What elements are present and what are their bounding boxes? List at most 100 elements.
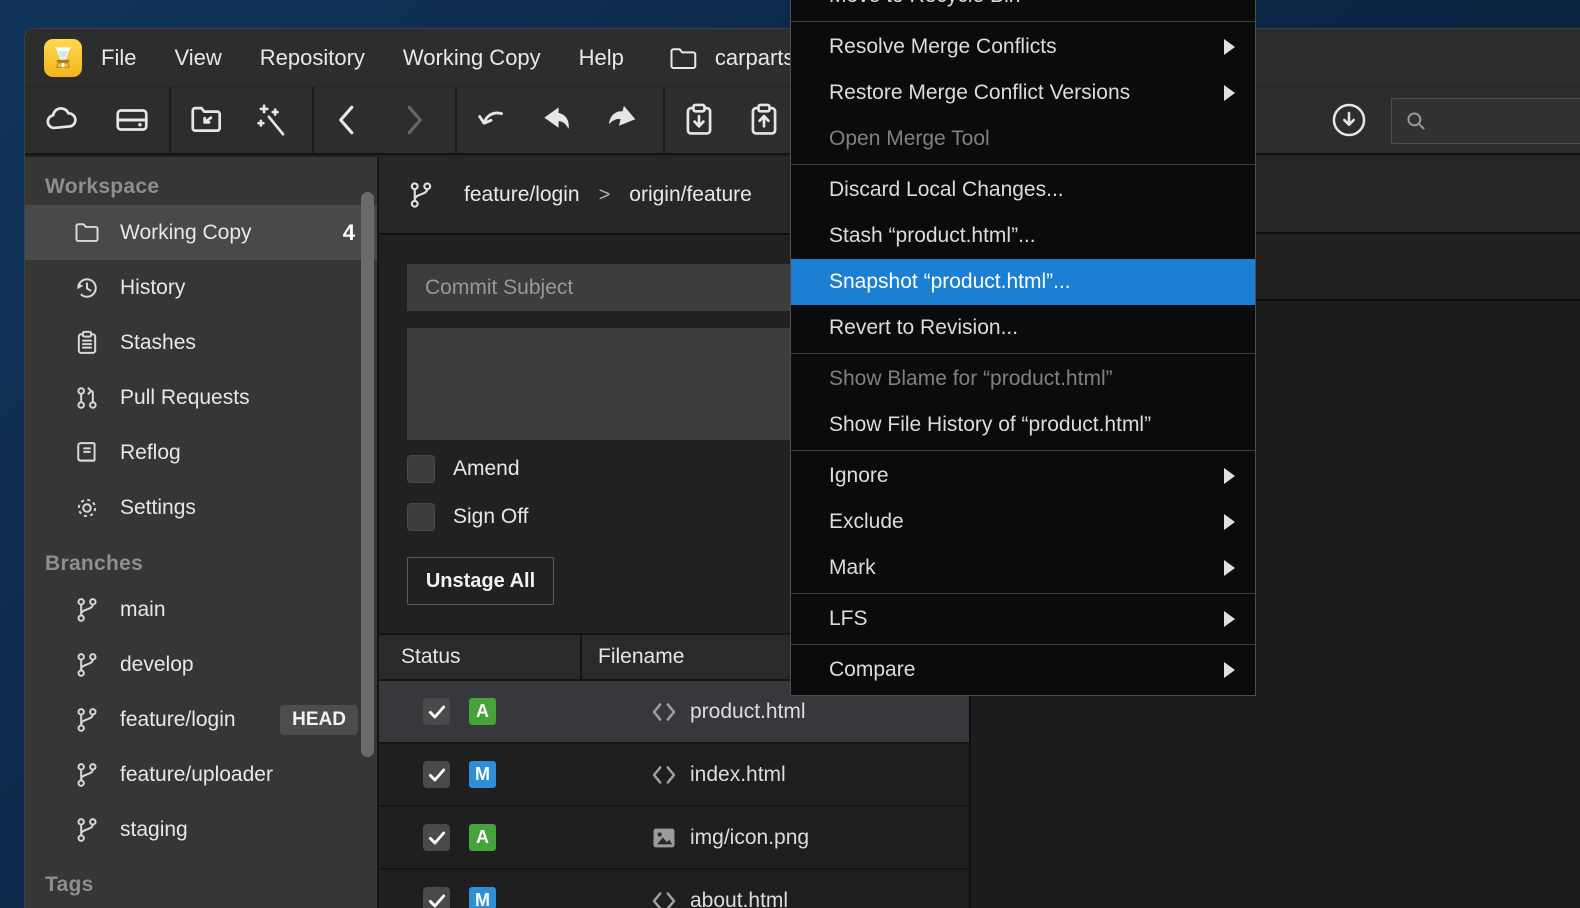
submenu-arrow-icon — [1224, 39, 1235, 55]
menu-item-label: Compare — [829, 658, 915, 681]
sidebar-branch-feature-login[interactable]: feature/login HEAD — [25, 692, 377, 747]
branch-label: feature/login — [120, 708, 236, 732]
menu-item-revert-to-revision[interactable]: Revert to Revision... — [791, 305, 1255, 351]
apply-stash-button[interactable] — [744, 100, 784, 140]
menu-item-lfs[interactable]: LFS — [791, 596, 1255, 642]
repo-name: carparts- — [715, 45, 802, 71]
menu-separator — [791, 164, 1255, 165]
menu-item-ignore[interactable]: Ignore — [791, 453, 1255, 499]
download-circle-icon — [1330, 101, 1368, 139]
menu-item-show-file-history[interactable]: Show File History of “product.html” — [791, 402, 1255, 448]
menu-working-copy[interactable]: Working Copy — [384, 29, 560, 86]
sidebar-item-pull-requests[interactable]: Pull Requests — [25, 370, 377, 425]
file-checkbox[interactable] — [423, 824, 450, 851]
breadcrumb-branch[interactable]: feature/login — [464, 183, 580, 207]
sidebar-item-stashes[interactable]: Stashes — [25, 315, 377, 370]
sidebar-branch-develop[interactable]: develop — [25, 637, 377, 692]
status-badge-modified: M — [469, 887, 496, 908]
signoff-checkbox[interactable] — [407, 503, 435, 531]
status-badge-modified: M — [469, 761, 496, 788]
sidebar: Workspace Working Copy 4 — [25, 157, 377, 908]
menu-item-label: Exclude — [829, 510, 904, 533]
book-icon — [72, 438, 102, 468]
forward-button[interactable] — [394, 100, 434, 140]
signoff-label: Sign Off — [453, 505, 529, 529]
submenu-arrow-icon — [1224, 560, 1235, 576]
app-icon — [44, 39, 82, 77]
column-filename[interactable]: Filename — [580, 645, 684, 669]
menu-repository[interactable]: Repository — [241, 29, 384, 86]
context-menu: Move to Recycle Bin Resolve Merge Confli… — [790, 0, 1256, 696]
menu-separator — [791, 644, 1255, 645]
open-repository-button[interactable] — [187, 100, 227, 140]
sidebar-item-label: Reflog — [120, 441, 181, 465]
search-input[interactable] — [1429, 110, 1569, 132]
unstage-all-button[interactable]: Unstage All — [407, 557, 554, 605]
stash-button[interactable] — [679, 100, 719, 140]
chevron-left-icon — [328, 101, 366, 139]
amend-checkbox[interactable] — [407, 455, 435, 483]
menu-item-open-merge-tool: Open Merge Tool — [791, 116, 1255, 162]
check-icon — [427, 765, 447, 785]
workspace-header: Workspace — [25, 169, 377, 205]
sidebar-item-history[interactable]: History — [25, 260, 377, 315]
check-icon — [427, 702, 447, 722]
menu-item-snapshot-file[interactable]: Snapshot “product.html”... — [791, 259, 1255, 305]
menu-item-mark[interactable]: Mark — [791, 545, 1255, 591]
pull-request-icon — [72, 383, 102, 413]
column-divider — [580, 635, 582, 679]
file-checkbox[interactable] — [423, 698, 450, 725]
menu-separator — [791, 450, 1255, 451]
push-button[interactable] — [602, 100, 642, 140]
sidebar-item-reflog[interactable]: Reflog — [25, 425, 377, 480]
sidebar-item-settings[interactable]: Settings — [25, 480, 377, 535]
file-row-index[interactable]: M index.html — [379, 744, 969, 807]
branches-header: Branches — [25, 546, 377, 582]
history-icon — [72, 273, 102, 303]
menu-item-restore-merge-conflict-versions[interactable]: Restore Merge Conflict Versions — [791, 70, 1255, 116]
clipboard-up-icon — [745, 101, 783, 139]
toolbar-divider — [169, 87, 171, 153]
sidebar-item-label: Stashes — [120, 331, 196, 355]
code-file-icon — [649, 697, 679, 727]
file-checkbox[interactable] — [423, 887, 450, 908]
back-button[interactable] — [327, 100, 367, 140]
desktop: File View Repository Working Copy Help c… — [0, 0, 1580, 908]
quick-actions-button[interactable] — [252, 100, 292, 140]
branch-icon — [72, 705, 102, 735]
submenu-arrow-icon — [1224, 662, 1235, 678]
search-box[interactable] — [1391, 98, 1580, 144]
drive-icon — [113, 101, 151, 139]
sidebar-branch-staging[interactable]: staging — [25, 802, 377, 857]
menu-help[interactable]: Help — [560, 29, 643, 86]
branch-icon — [72, 815, 102, 845]
local-repos-button[interactable] — [112, 100, 152, 140]
file-name: about.html — [690, 889, 788, 908]
fetch-button[interactable] — [472, 100, 512, 140]
menu-item-exclude[interactable]: Exclude — [791, 499, 1255, 545]
updates-button[interactable] — [1329, 100, 1369, 140]
file-checkbox[interactable] — [423, 761, 450, 788]
menu-item-stash-file[interactable]: Stash “product.html”... — [791, 213, 1255, 259]
breadcrumb-remote[interactable]: origin/feature — [629, 183, 752, 207]
file-row-about[interactable]: M about.html — [379, 870, 969, 908]
menu-view[interactable]: View — [155, 29, 240, 86]
sidebar-branch-main[interactable]: main — [25, 582, 377, 637]
menu-item-resolve-merge-conflicts[interactable]: Resolve Merge Conflicts — [791, 24, 1255, 70]
sidebar-item-label: Working Copy — [120, 221, 252, 245]
menu-file[interactable]: File — [82, 29, 155, 86]
check-icon — [427, 891, 447, 908]
sidebar-branch-feature-uploader[interactable]: feature/uploader — [25, 747, 377, 802]
menu-item-discard-local-changes[interactable]: Discard Local Changes... — [791, 167, 1255, 213]
file-row-icon-png[interactable]: A img/icon.png — [379, 807, 969, 870]
sidebar-scrollbar-thumb[interactable] — [361, 192, 374, 757]
repo-tab[interactable]: carparts- — [669, 45, 802, 71]
menu-item-move-to-recycle-bin[interactable]: Move to Recycle Bin — [791, 0, 1255, 19]
sidebar-item-label: Pull Requests — [120, 386, 250, 410]
menu-item-compare[interactable]: Compare — [791, 647, 1255, 693]
pull-button[interactable] — [537, 100, 577, 140]
sidebar-item-working-copy[interactable]: Working Copy 4 — [25, 205, 377, 260]
cloud-services-button[interactable] — [42, 100, 82, 140]
pull-arrow-icon — [538, 101, 576, 139]
column-status[interactable]: Status — [379, 645, 580, 669]
